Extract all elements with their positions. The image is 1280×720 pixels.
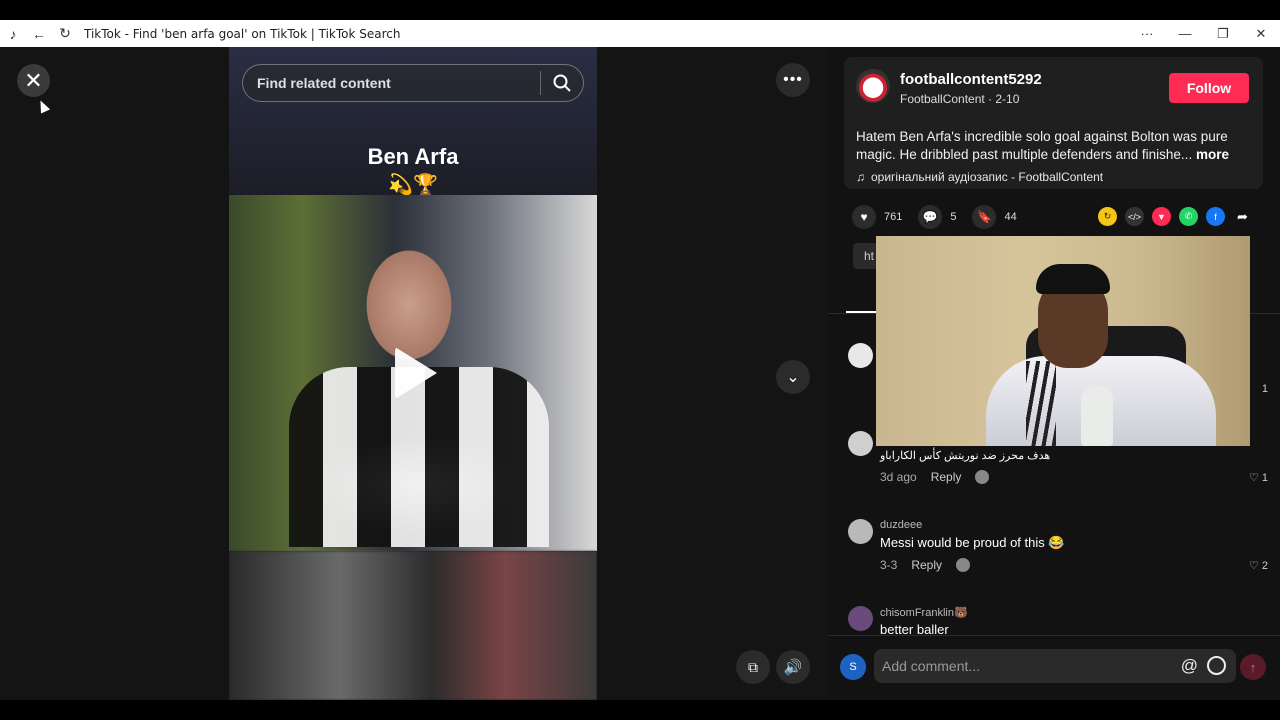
more-link[interactable]: more [1196, 147, 1229, 162]
repost-icon[interactable]: ↻ [1098, 207, 1117, 226]
comment-like-count[interactable]: 1 [1262, 383, 1268, 395]
send-arrow-icon[interactable]: ↑ [1240, 654, 1266, 680]
tiktok-logo-icon: ♪ [9, 25, 17, 42]
comment-item: chisomFranklin🐻 better baller [848, 606, 1268, 637]
save-count: 44 [1004, 211, 1017, 223]
post-description: Hatem Ben Arfa's incredible solo goal ag… [856, 128, 1256, 164]
minimize-button[interactable]: — [1166, 20, 1204, 47]
music-note-icon: ♫ [856, 170, 865, 184]
comment-action[interactable]: 💬 5 [918, 205, 956, 229]
embed-code-icon[interactable]: </> [1125, 207, 1144, 226]
comment-count: 5 [950, 211, 957, 223]
webcam-overlay [876, 236, 1250, 446]
like-action[interactable]: ♥ 761 [852, 205, 902, 229]
play-icon[interactable] [395, 347, 437, 399]
comment-like-count[interactable]: ♡ 2 [1249, 559, 1268, 572]
picture-in-picture-icon[interactable]: ⧉ [736, 650, 770, 684]
heart-icon[interactable]: ♥ [852, 205, 876, 229]
music-title[interactable]: оригінальний аудіозапис - FootballConten… [871, 170, 1103, 184]
comment-like-count[interactable]: ♡ 1 [1249, 471, 1268, 484]
comment-avatar[interactable] [848, 519, 873, 544]
webcam-shirt-stripes [1026, 361, 1056, 446]
comment-input[interactable]: Add comment... @ [874, 649, 1236, 683]
video-player[interactable]: Ben Arfa 💫🏆 [229, 47, 597, 700]
facebook-icon[interactable]: f [1206, 207, 1225, 226]
save-action[interactable]: 🔖 44 [972, 205, 1017, 229]
send-to-friends-icon[interactable]: ▼ [1152, 207, 1171, 226]
comment-meta: 3d ago Reply [880, 470, 990, 484]
bookmark-icon[interactable]: 🔖 [972, 205, 997, 229]
whatsapp-icon[interactable]: ✆ [1179, 207, 1198, 226]
comment-text: هدف محرز ضد نوريتش كأس الكاراباو [880, 450, 1051, 462]
related-search-bar[interactable]: Find related content [242, 64, 584, 102]
mouse-cursor-icon [35, 98, 51, 114]
author-name[interactable]: footballcontent5292 [900, 71, 1042, 88]
comment-username[interactable]: chisomFranklin🐻 [880, 606, 968, 619]
comment-time: 3d ago [880, 470, 917, 484]
comment-time: 3-3 [880, 558, 898, 572]
video-overlay-emoji: 💫🏆 [388, 174, 438, 196]
comment-placeholder[interactable]: Add comment... [882, 658, 980, 674]
comment-bubble-icon[interactable]: 💬 [918, 205, 943, 229]
author-subtitle: FootballContent · 2-10 [900, 92, 1020, 106]
like-count: 761 [884, 211, 903, 223]
comment-item: duzdeee Messi would be proud of this 😂 3… [848, 519, 1268, 579]
comment-avatar[interactable] [848, 606, 873, 631]
webcam-person-hair [1036, 264, 1110, 294]
reply-button[interactable]: Reply [911, 558, 942, 572]
restore-button[interactable]: ❐ [1204, 20, 1242, 47]
mention-icon[interactable]: @ [1181, 656, 1198, 676]
window-title: TikTok - Find 'ben arfa goal' on TikTok … [84, 26, 401, 41]
follow-button[interactable]: Follow [1169, 73, 1249, 103]
comment-likes-value: 2 [1261, 560, 1268, 572]
video-stage: ✕ Ben Arfa 💫🏆 Find related content ••• ⌄… [0, 47, 828, 700]
share-arrow-icon[interactable]: ➦ [1233, 207, 1252, 226]
back-arrow-icon[interactable]: ← [26, 20, 52, 47]
creator-liked-avatar [956, 558, 971, 572]
comment-text: Messi would be proud of this 😂 [880, 535, 1065, 550]
reload-icon[interactable]: ↻ [52, 20, 78, 47]
menu-dots-icon[interactable]: ··· [1128, 20, 1166, 47]
comment-input-bar: S Add comment... @ ↑ [828, 635, 1280, 700]
close-video-button[interactable]: ✕ [17, 64, 50, 97]
creator-liked-avatar [975, 470, 990, 484]
post-description-card: footballcontent5292 FootballContent · 2-… [844, 57, 1263, 189]
comment-avatar[interactable] [848, 431, 873, 456]
next-video-chevron-down-icon[interactable]: ⌄ [776, 360, 810, 394]
author-avatar[interactable] [856, 69, 890, 103]
volume-icon[interactable]: 🔊 [776, 650, 810, 684]
browser-titlebar: ♪ ← ↻ TikTok - Find 'ben arfa goal' on T… [0, 20, 1280, 47]
comment-avatar[interactable] [848, 343, 873, 368]
search-icon[interactable] [541, 74, 583, 92]
os-top-strip [0, 0, 1280, 20]
comment-username[interactable]: duzdeee [880, 519, 922, 531]
share-buttons: ↻ </> ▼ ✆ f ➦ [1098, 207, 1252, 226]
post-description-text: Hatem Ben Arfa's incredible solo goal ag… [856, 129, 1228, 162]
user-avatar[interactable]: S [840, 654, 866, 680]
music-row[interactable]: ♫ оригінальний аудіозапис - FootballCont… [856, 170, 1103, 184]
emoji-icon[interactable] [1207, 656, 1226, 675]
os-bottom-strip [0, 700, 1280, 720]
video-overlay-title: Ben Arfa [367, 144, 459, 169]
video-frame-blurred [229, 551, 597, 700]
comment-meta: 3-3 Reply [880, 558, 971, 572]
reply-button[interactable]: Reply [931, 470, 962, 484]
close-window-button[interactable]: ✕ [1242, 20, 1280, 47]
search-input[interactable]: Find related content [257, 75, 540, 91]
more-options-button[interactable]: ••• [776, 63, 810, 97]
microphone-icon [1081, 386, 1113, 446]
comment-likes-value: 1 [1261, 472, 1268, 484]
